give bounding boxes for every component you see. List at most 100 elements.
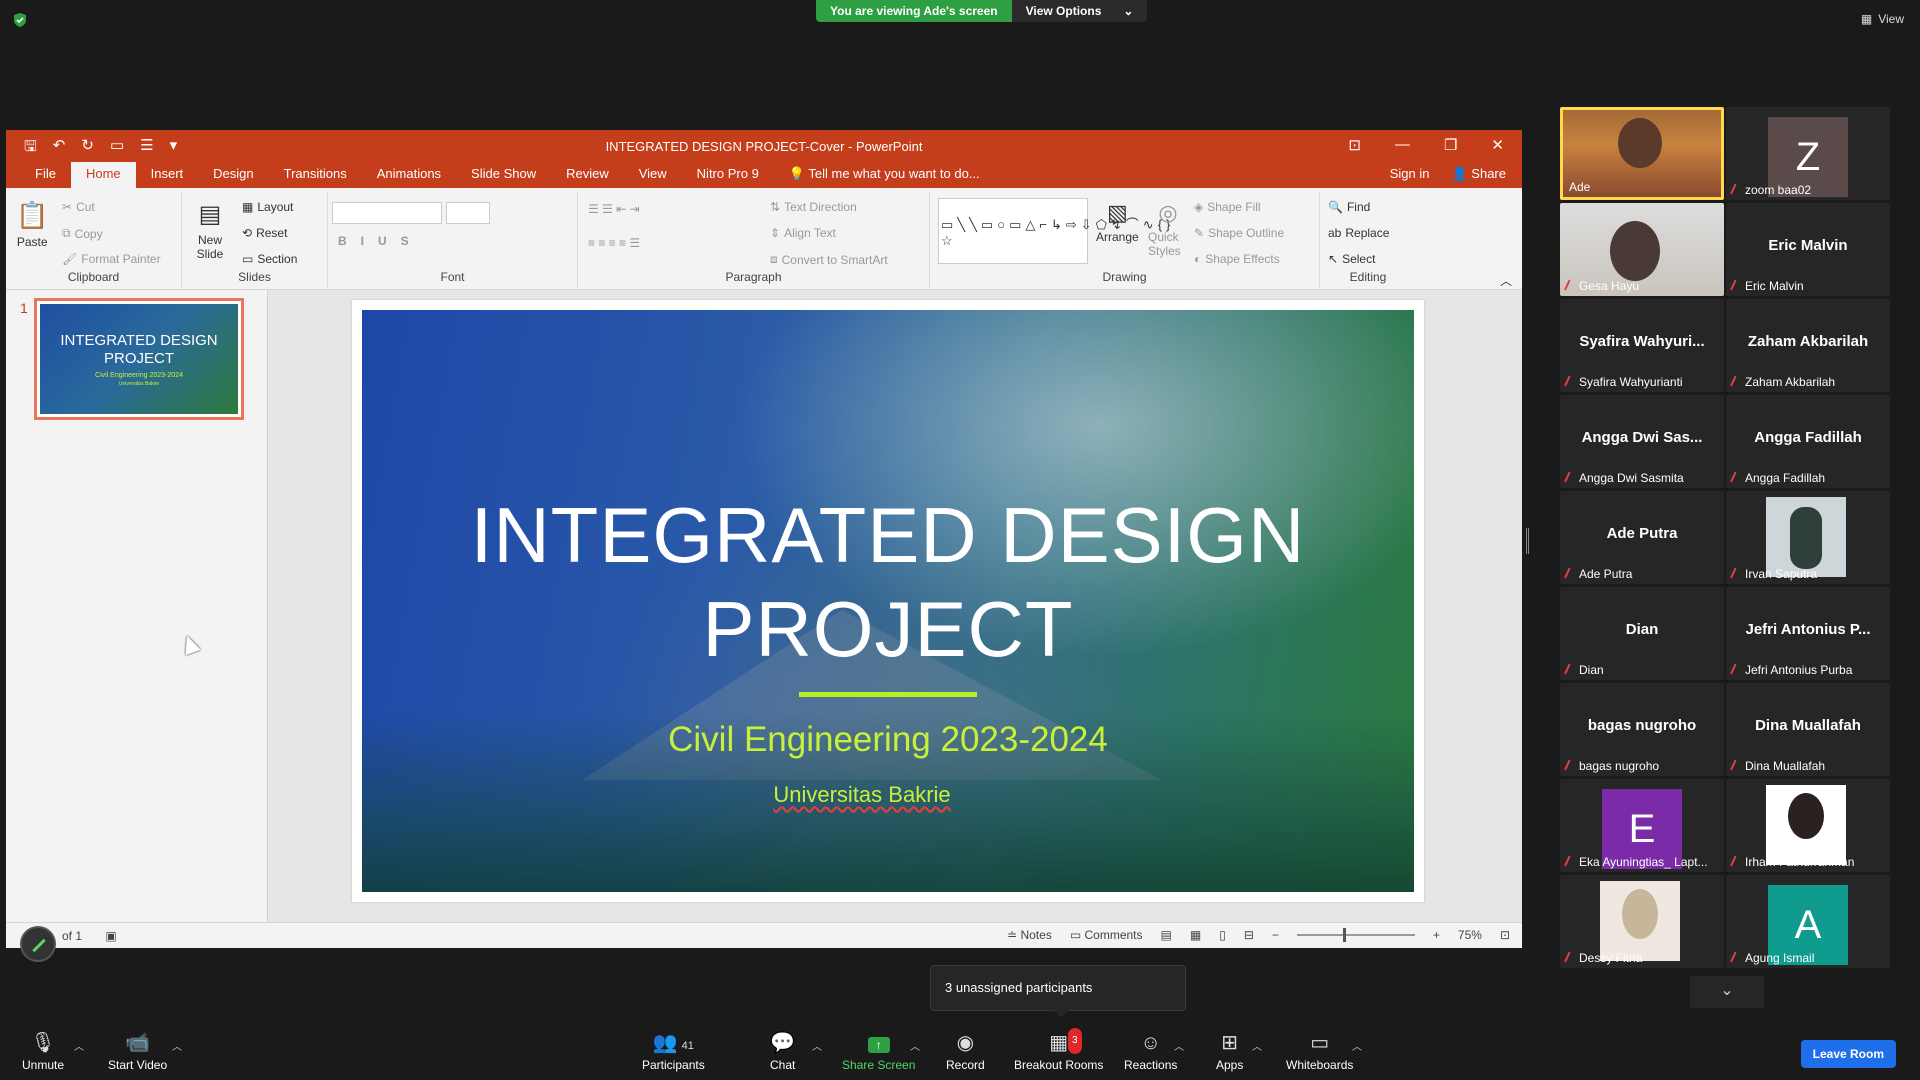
tab-review[interactable]: Review xyxy=(551,162,624,188)
select-button[interactable]: ↖ Select xyxy=(1328,252,1375,266)
whiteboards-caret-icon[interactable]: ︿ xyxy=(1352,1038,1362,1053)
close-icon[interactable]: ✕ xyxy=(1491,136,1504,154)
participant-tile[interactable]: Zaham Akbarilah Zaham Akbarilah xyxy=(1726,299,1890,392)
share-options-caret-icon[interactable]: ︿ xyxy=(910,1038,920,1053)
fit-slide-icon[interactable]: ⊡ xyxy=(1500,928,1510,942)
video-options-caret-icon[interactable]: ︿ xyxy=(172,1038,182,1053)
layout-button[interactable]: ▦ Layout xyxy=(242,200,293,214)
spellcheck-icon[interactable]: ▣ xyxy=(105,929,116,943)
participant-tile[interactable]: Dessy Fitria xyxy=(1560,875,1724,968)
font-family-select[interactable] xyxy=(332,202,442,224)
slide-thumbnail[interactable]: INTEGRATED DESIGN PROJECT Civil Engineer… xyxy=(34,298,244,420)
sign-in-link[interactable]: Sign in xyxy=(1390,162,1430,188)
participant-tile[interactable]: Angga Fadillah Angga Fadillah xyxy=(1726,395,1890,488)
participant-tile[interactable]: bagas nugroho bagas nugroho xyxy=(1560,683,1724,776)
cut-button[interactable]: ✂ Cut xyxy=(62,200,95,214)
slide-sorter-icon[interactable]: ▦ xyxy=(1190,928,1201,942)
reading-view-icon[interactable]: ▯ xyxy=(1219,928,1226,942)
tab-slide-show[interactable]: Slide Show xyxy=(456,162,551,188)
leave-room-button[interactable]: Leave Room xyxy=(1800,1040,1896,1068)
notes-button[interactable]: ≐ Notes xyxy=(1007,928,1052,942)
participant-tile[interactable]: Dian Dian xyxy=(1560,587,1724,680)
tab-file[interactable]: File xyxy=(20,162,71,188)
tab-insert[interactable]: Insert xyxy=(136,162,199,188)
shape-outline-button[interactable]: ✎ Shape Outline xyxy=(1194,226,1284,240)
zoom-level[interactable]: 75% xyxy=(1458,928,1482,942)
participant-tile[interactable]: Z zoom baa02 xyxy=(1726,107,1890,200)
new-slide-button[interactable]: ▤ New Slide xyxy=(192,200,228,261)
find-button[interactable]: 🔍 Find xyxy=(1328,200,1370,214)
gallery-scroll-down-button[interactable]: ⌄ xyxy=(1690,976,1764,1008)
tab-home[interactable]: Home xyxy=(70,162,136,188)
reactions-button[interactable]: ☺ Reactions xyxy=(1124,1030,1177,1072)
slideshow-view-icon[interactable]: ⊟ xyxy=(1244,928,1254,942)
comments-button[interactable]: ▭ Comments xyxy=(1070,928,1143,942)
format-painter-button[interactable]: 🖌 Format Painter xyxy=(62,252,161,266)
share-button[interactable]: 👤 Share xyxy=(1451,162,1506,188)
participant-tile[interactable]: Jefri Antonius P... Jefri Antonius Purba xyxy=(1726,587,1890,680)
apps-caret-icon[interactable]: ︿ xyxy=(1252,1038,1262,1053)
annotate-pen-button[interactable] xyxy=(20,926,56,962)
ribbon-display-icon[interactable]: ⊡ xyxy=(1348,136,1361,154)
shape-fill-button[interactable]: ◈ Shape Fill xyxy=(1194,200,1261,214)
shapes-gallery[interactable]: ▭╲╲▭○▭△⌐↳⇨⇩⬠↯⌒∿{}☆ xyxy=(938,198,1170,264)
reactions-caret-icon[interactable]: ︿ xyxy=(1174,1038,1184,1053)
record-button[interactable]: ◉ Record xyxy=(946,1030,985,1072)
chat-button[interactable]: 💬 Chat xyxy=(770,1030,795,1072)
chat-options-caret-icon[interactable]: ︿ xyxy=(812,1038,822,1053)
tab-animations[interactable]: Animations xyxy=(362,162,456,188)
gallery-resize-handle[interactable] xyxy=(1526,528,1529,554)
bullets-icon[interactable]: ☰ ☰ ⇤ ⇥ xyxy=(588,202,640,216)
zoom-in-icon[interactable]: + xyxy=(1433,928,1440,942)
zoom-slider[interactable] xyxy=(1296,928,1415,942)
start-video-button[interactable]: 📹 Start Video xyxy=(108,1030,167,1072)
whiteboards-button[interactable]: ▭ Whiteboards xyxy=(1286,1030,1353,1072)
participant-tile[interactable]: Dina Muallafah Dina Muallafah xyxy=(1726,683,1890,776)
tab-nitro[interactable]: Nitro Pro 9 xyxy=(682,162,774,188)
tab-transitions[interactable]: Transitions xyxy=(269,162,362,188)
audio-options-caret-icon[interactable]: ︿ xyxy=(74,1038,84,1053)
tab-view[interactable]: View xyxy=(624,162,682,188)
arrange-button[interactable]: ▧ Arrange xyxy=(1096,200,1139,244)
text-direction-button[interactable]: ⇅ Text Direction xyxy=(770,200,857,214)
unassigned-participants-toast[interactable]: 3 unassigned participants xyxy=(930,965,1186,1018)
security-shield-icon[interactable] xyxy=(12,12,28,28)
smartart-button[interactable]: ⧈ Convert to SmartArt xyxy=(770,252,888,267)
participant-tile[interactable]: Gesa Hayu xyxy=(1560,203,1724,296)
tab-design[interactable]: Design xyxy=(198,162,268,188)
participant-tile[interactable]: Ade xyxy=(1560,107,1724,200)
tell-me-search[interactable]: 💡 Tell me what you want to do... xyxy=(774,162,995,188)
apps-button[interactable]: ⊞ Apps xyxy=(1216,1030,1243,1072)
participants-button[interactable]: 👥 41 Participants xyxy=(642,1030,705,1072)
paste-button[interactable]: 📋 Paste xyxy=(16,200,48,249)
breakout-rooms-button[interactable]: ▦ 3 Breakout Rooms xyxy=(1014,1028,1103,1072)
font-size-select[interactable] xyxy=(446,202,490,224)
replace-button[interactable]: ab Replace xyxy=(1328,226,1389,240)
reset-button[interactable]: ⟲ Reset xyxy=(242,226,287,240)
copy-button[interactable]: ⧉ Copy xyxy=(62,226,103,241)
participant-tile[interactable]: Angga Dwi Sas... Angga Dwi Sasmita xyxy=(1560,395,1724,488)
quick-styles-button[interactable]: ◎ Quick Styles xyxy=(1148,200,1188,258)
participant-tile[interactable]: Irham Fathurrahman xyxy=(1726,779,1890,872)
align-icons[interactable]: ≡ ≡ ≡ ≡ ☰ xyxy=(588,236,640,250)
normal-view-icon[interactable]: ▤ xyxy=(1161,928,1172,942)
collapse-ribbon-icon[interactable]: ︿ xyxy=(1500,272,1512,289)
participant-tile[interactable]: Syafira Wahyuri... Syafira Wahyurianti xyxy=(1560,299,1724,392)
font-format-buttons[interactable]: BIUS xyxy=(338,234,423,248)
shape-effects-button[interactable]: ◐ Shape Effects xyxy=(1194,252,1280,266)
unmute-button[interactable]: 🎙 Unmute xyxy=(22,1030,64,1072)
align-text-button[interactable]: ⇕ Align Text xyxy=(770,226,836,240)
restore-icon[interactable]: ❐ xyxy=(1444,136,1457,154)
participant-tile[interactable]: Ade Putra Ade Putra xyxy=(1560,491,1724,584)
share-screen-button[interactable]: ↑ Share Screen xyxy=(842,1030,915,1072)
section-button[interactable]: ▭ Section xyxy=(242,252,297,266)
participant-tile[interactable]: E Eka Ayuningtias_ Lapt... xyxy=(1560,779,1724,872)
participant-tile[interactable]: Eric Malvin Eric Malvin xyxy=(1726,203,1890,296)
view-button[interactable]: ▦ View xyxy=(1861,12,1904,26)
participant-tile[interactable]: Irvan Saputra xyxy=(1726,491,1890,584)
slide-canvas[interactable]: INTEGRATED DESIGN PROJECT Civil Engineer… xyxy=(352,300,1424,902)
minimize-icon[interactable]: — xyxy=(1395,136,1410,154)
zoom-out-icon[interactable]: − xyxy=(1272,928,1279,942)
participant-tile[interactable]: A Agung Ismail xyxy=(1726,875,1890,968)
view-options-button[interactable]: View Options ⌄ xyxy=(1011,0,1148,22)
